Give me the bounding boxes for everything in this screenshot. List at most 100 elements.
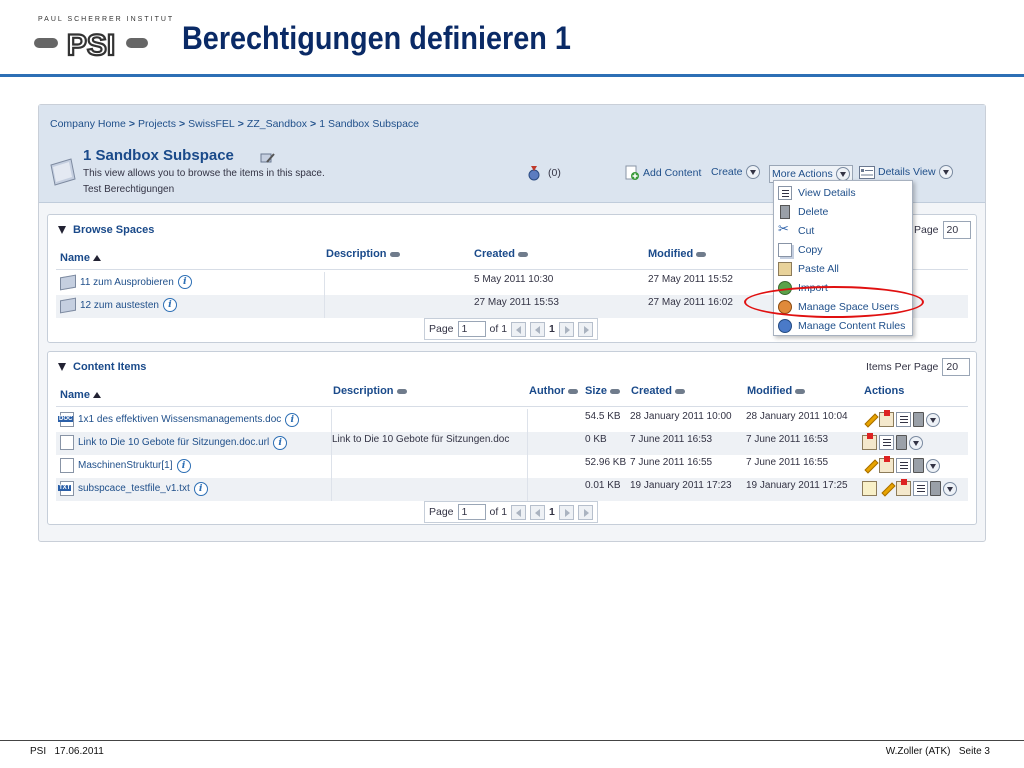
footer-page: Seite 3	[958, 746, 990, 757]
content-items-header[interactable]: Content Items	[58, 361, 146, 373]
col-modified[interactable]: Modified	[747, 385, 806, 397]
column-divider	[331, 478, 332, 501]
menu-item-view-details[interactable]: View Details	[778, 184, 856, 202]
table-row[interactable]: subspcace_testfile_v1.txti 0.01 KB 19 Ja…	[56, 478, 968, 501]
create-menu[interactable]: Create	[711, 165, 760, 179]
col-name[interactable]: Name	[60, 252, 101, 264]
logo-text: PAUL SCHERRER INSTITUT	[38, 16, 175, 23]
checkout-icon[interactable]	[879, 410, 894, 427]
breadcrumb-item[interactable]: 1 Sandbox Subspace	[319, 118, 419, 130]
first-page-button[interactable]	[511, 321, 527, 337]
breadcrumb-item[interactable]: ZZ_Sandbox	[247, 118, 307, 130]
content-name-cell[interactable]: Link to Die 10 Gebote für Sitzungen.doc.…	[60, 435, 288, 450]
pager-label: Page	[429, 323, 454, 335]
more-actions-icon[interactable]	[909, 435, 923, 450]
column-divider	[527, 409, 528, 432]
details-view-menu[interactable]: Details View	[859, 165, 953, 179]
content-name[interactable]: subspcace_testfile_v1.txt	[78, 483, 190, 494]
table-row[interactable]: MaschinenStruktur[1] i 52.96 KB 7 June 20…	[56, 455, 968, 478]
next-page-button[interactable]	[558, 504, 574, 520]
trash-icon[interactable]	[913, 458, 924, 473]
table-row[interactable]: Link to Die 10 Gebote für Sitzungen.doc.…	[56, 432, 968, 455]
breadcrumb-item[interactable]: Company Home	[50, 118, 126, 130]
menu-item-paste-all[interactable]: Paste All	[778, 260, 839, 278]
breadcrumb-item[interactable]: Projects	[138, 118, 176, 130]
more-actions-icon[interactable]	[926, 458, 940, 473]
edit-icon[interactable]	[862, 412, 877, 427]
more-actions-dropdown-icon[interactable]	[835, 167, 850, 181]
edit-space-icon[interactable]	[259, 150, 275, 166]
menu-item-delete[interactable]: Delete	[778, 203, 828, 221]
space-name-cell[interactable]: 12 zum austesten i	[60, 297, 177, 313]
info-icon[interactable]: i	[285, 412, 300, 427]
details-icon[interactable]	[896, 458, 911, 473]
first-page-button[interactable]	[511, 504, 527, 520]
next-page-button[interactable]	[558, 321, 574, 337]
spaces-per-page-input[interactable]: 20	[942, 221, 971, 239]
content-name-cell[interactable]: MaschinenStruktur[1] i	[60, 458, 191, 473]
table-row[interactable]: 1x1 des effektiven Wissensmanagements.do…	[56, 409, 968, 432]
collapse-triangle-icon[interactable]	[58, 226, 66, 234]
info-icon[interactable]: i	[193, 481, 208, 496]
info-icon[interactable]: i	[177, 275, 192, 289]
items-per-page-input[interactable]: 20	[942, 358, 971, 376]
col-size[interactable]: Size	[585, 385, 621, 397]
trash-icon[interactable]	[913, 412, 924, 427]
inline-edit-icon[interactable]	[862, 481, 877, 496]
col-description[interactable]: Description	[326, 248, 400, 260]
workflow-indicator[interactable]: (0)	[527, 165, 561, 181]
collapse-triangle-icon[interactable]	[58, 363, 66, 371]
col-name-label: Name	[60, 252, 90, 264]
page-input[interactable]: 1	[457, 321, 486, 337]
page-input[interactable]: 1	[457, 504, 486, 520]
info-icon[interactable]: i	[162, 298, 177, 312]
content-name[interactable]: MaschinenStruktur[1]	[78, 460, 173, 471]
more-actions-icon[interactable]	[926, 412, 940, 427]
col-created[interactable]: Created	[474, 248, 528, 260]
menu-item-copy[interactable]: Copy	[778, 241, 823, 259]
info-icon[interactable]: i	[273, 435, 288, 450]
menu-item-manage-content-rules[interactable]: Manage Content Rules	[778, 317, 905, 335]
checkout-icon[interactable]	[879, 456, 894, 473]
row-actions	[862, 456, 940, 473]
col-name[interactable]: Name	[60, 389, 101, 401]
row-actions	[862, 410, 940, 427]
space-name[interactable]: 11 zum Ausprobieren	[80, 277, 174, 288]
edit-icon[interactable]	[879, 481, 894, 496]
trash-icon[interactable]	[896, 435, 907, 450]
more-actions-icon[interactable]	[943, 481, 957, 496]
modified-cell: 27 May 2011 15:52	[648, 274, 733, 285]
prev-page-button[interactable]	[530, 321, 546, 337]
details-icon[interactable]	[896, 412, 911, 427]
column-divider	[527, 455, 528, 478]
content-name-cell[interactable]: 1x1 des effektiven Wissensmanagements.do…	[58, 412, 300, 427]
last-page-button[interactable]	[577, 321, 593, 337]
create-dropdown-icon[interactable]	[745, 165, 760, 179]
details-icon[interactable]	[879, 435, 894, 450]
last-page-button[interactable]	[577, 504, 593, 520]
col-modified[interactable]: Modified	[648, 248, 707, 260]
content-name[interactable]: Link to Die 10 Gebote für Sitzungen.doc.…	[78, 437, 269, 448]
details-icon[interactable]	[913, 481, 928, 496]
info-icon[interactable]: i	[176, 458, 191, 473]
breadcrumb-item[interactable]: SwissFEL	[188, 118, 235, 130]
prev-page-button[interactable]	[530, 504, 546, 520]
sort-icon	[674, 388, 685, 394]
browse-spaces-header[interactable]: Browse Spaces	[58, 224, 154, 236]
col-description[interactable]: Description	[333, 385, 407, 397]
menu-item-cut[interactable]: Cut	[778, 222, 814, 240]
modified-cell: 7 June 2011 16:53	[746, 434, 829, 445]
sort-ascending-icon	[92, 255, 101, 261]
content-name-cell[interactable]: subspcace_testfile_v1.txti	[58, 481, 208, 496]
edit-icon[interactable]	[862, 458, 877, 473]
add-content-button[interactable]: Add Content	[625, 165, 701, 181]
content-name[interactable]: 1x1 des effektiven Wissensmanagements.do…	[78, 414, 281, 425]
space-name[interactable]: 12 zum austesten	[80, 300, 159, 311]
space-name-cell[interactable]: 11 zum Ausprobieren i	[60, 274, 192, 290]
details-view-dropdown-icon[interactable]	[938, 165, 953, 179]
checkout-icon[interactable]	[862, 433, 877, 450]
checkout-icon[interactable]	[896, 479, 911, 496]
trash-icon[interactable]	[930, 481, 941, 496]
col-created[interactable]: Created	[631, 385, 685, 397]
col-author[interactable]: Author	[529, 385, 579, 397]
